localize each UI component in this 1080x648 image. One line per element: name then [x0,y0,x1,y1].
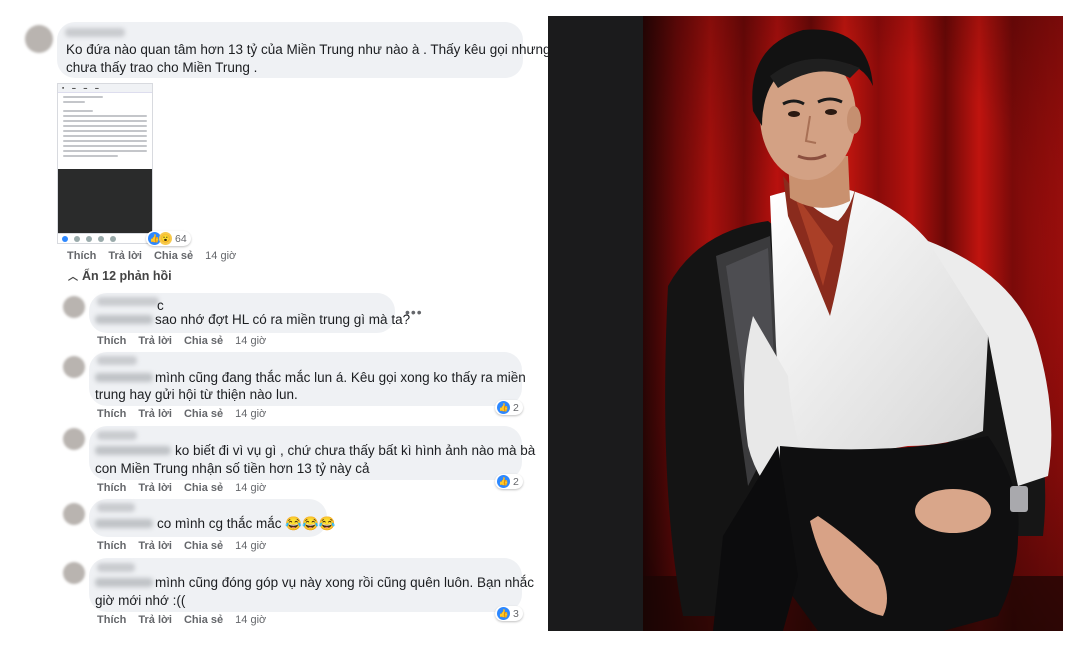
like-action[interactable]: Thích [97,482,126,494]
reply-time[interactable]: 14 giờ [235,540,266,552]
portrait-illustration [548,16,1063,631]
commenter-avatar[interactable] [25,25,53,53]
more-options-icon[interactable]: ••• [405,304,423,320]
reply-actions: Thích Trả lời Chia sẻ 14 giờ [97,614,275,626]
hide-replies-toggle[interactable]: ︿ Ẩn 12 phản hồi [68,268,172,283]
reply-name-blurred [97,297,159,306]
main-comment-reactions[interactable]: 👍 😮 64 [146,231,191,246]
reply-actions: Thích Trả lời Chia sẻ 14 giờ [97,482,275,494]
like-action[interactable]: Thích [67,250,96,262]
share-action[interactable]: Chia sẻ [184,614,223,626]
reply-name-blurred [97,563,135,572]
main-comment-text-line2: chưa thấy trao cho Miền Trung . [66,60,258,75]
reply-text-line1: sao nhớ đợt HL có ra miền trung gì mà ta… [155,312,411,327]
commenter-name-blurred [65,28,125,37]
reply-avatar[interactable] [63,428,85,450]
reply-avatar[interactable] [63,296,85,318]
reply-action[interactable]: Trả lời [108,250,142,262]
reply-bubble: mình cũng đang thắc mắc lun á. Kêu gọi x… [89,352,526,406]
chevron-up-icon: ︿ [68,272,78,283]
reply-name-blurred [97,431,137,440]
reply-mention-blurred [95,315,153,324]
haha-icon: 😮 [159,232,172,245]
reply-text-line2: con Miền Trung nhận số tiền hơn 13 tỷ nà… [95,461,370,476]
like-action[interactable]: Thích [97,408,126,420]
screenshot-photo [58,169,152,234]
reply-avatar[interactable] [63,562,85,584]
reply-time[interactable]: 14 giờ [235,335,266,347]
reply-text-line1: mình cũng đóng góp vụ này xong rồi cũng … [155,575,535,590]
facebook-comments-screenshot: Ko đứa nào quan tâm hơn 13 tỷ của Miền T… [0,0,551,648]
hide-replies-label: Ẩn 12 phản hồi [82,269,172,283]
reaction-count: 2 [513,401,519,414]
reply-time[interactable]: 14 giờ [235,614,266,626]
reaction-count: 2 [513,475,519,488]
main-comment-bubble: Ko đứa nào quan tâm hơn 13 tỷ của Miền T… [57,22,551,78]
share-action[interactable]: Chia sẻ [184,408,223,420]
reply-text-line1: co mình cg thắc mắc 😂😂😂 [157,516,336,531]
reply-bubble: ko biết đi vì vụ gì , chứ chưa thấy bất … [89,426,535,480]
like-action[interactable]: Thích [97,614,126,626]
share-action[interactable]: Chia sẻ [184,540,223,552]
reply-mention-blurred [95,373,153,382]
reply-action[interactable]: Trả lời [138,408,172,420]
like-action[interactable]: Thích [97,335,126,347]
reply-mention-blurred [95,578,153,587]
share-action[interactable]: Chia sẻ [184,482,223,494]
screenshot-tabs: ■ ▬ ▬ ▬ [58,84,152,93]
reply-actions: Thích Trả lời Chia sẻ 14 giờ [97,408,275,420]
like-icon: 👍 [497,607,510,620]
reply-reactions[interactable]: 👍 3 [495,606,523,621]
reply-action[interactable]: Trả lời [138,614,172,626]
portrait-photo [548,16,1063,631]
like-icon: 👍 [497,475,510,488]
reaction-count: 64 [175,232,187,245]
like-action[interactable]: Thích [97,540,126,552]
reply-reactions[interactable]: 👍 2 [495,474,523,489]
reply-avatar[interactable] [63,503,85,525]
reply-time[interactable]: 14 giờ [235,482,266,494]
attached-post-screenshot[interactable]: ■ ▬ ▬ ▬ [57,83,153,235]
reply-action[interactable]: Trả lời [138,482,172,494]
reply-actions: Thích Trả lời Chia sẻ 14 giờ [97,335,275,347]
screenshot-bottom-bar [57,233,151,244]
share-action[interactable]: Chia sẻ [184,335,223,347]
reply-action[interactable]: Trả lời [138,335,172,347]
share-action[interactable]: Chia sẻ [154,250,193,262]
reply-actions: Thích Trả lời Chia sẻ 14 giờ [97,540,275,552]
reply-time[interactable]: 14 giờ [235,408,266,420]
reply-bubble: c sao nhớ đợt HL có ra miền trung gì mà … [89,293,410,333]
reply-mention-blurred [95,446,171,455]
comment-time[interactable]: 14 giờ [205,250,236,262]
reply-name-blurred [97,503,135,512]
reaction-count: 3 [513,607,519,620]
reply-reactions[interactable]: 👍 2 [495,400,523,415]
reply-bubble: mình cũng đóng góp vụ này xong rồi cũng … [89,558,534,612]
reply-bubble: co mình cg thắc mắc 😂😂😂 [89,499,336,537]
reply-avatar[interactable] [63,356,85,378]
reply-text-line2: giờ mới nhớ :(( [95,593,186,608]
reply-name-blurred [97,356,137,365]
reply-mention-blurred [95,519,153,528]
main-comment-actions: Thích Trả lời Chia sẻ 14 giờ [67,250,245,262]
reply-text-line2: trung hay gửi hội từ thiện nào lun. [95,387,298,402]
like-icon: 👍 [497,401,510,414]
reply-action[interactable]: Trả lời [138,540,172,552]
